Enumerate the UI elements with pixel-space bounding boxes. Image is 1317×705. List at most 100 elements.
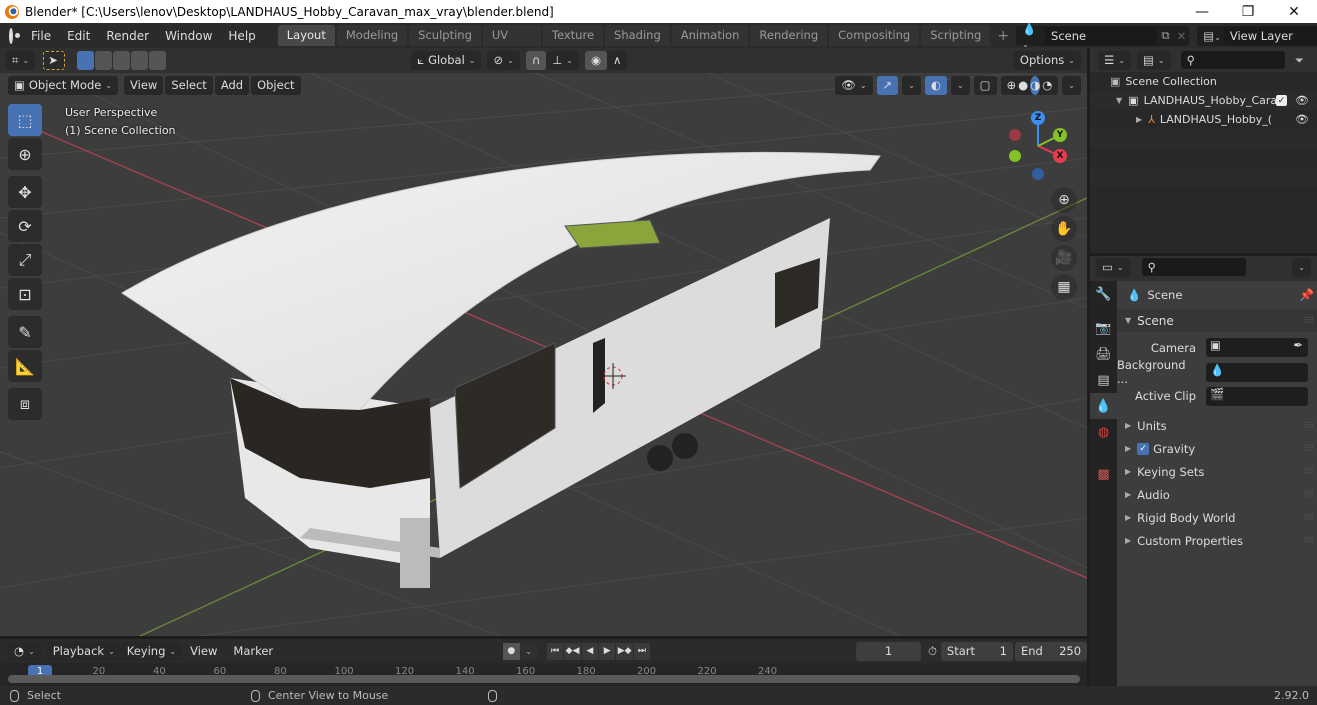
rotate-tool[interactable]: ⟳ bbox=[8, 210, 42, 242]
select-subtract-icon[interactable] bbox=[113, 51, 131, 70]
properties-options-dropdown[interactable]: ⌄ bbox=[1292, 257, 1311, 277]
tab-modeling[interactable]: Modeling bbox=[336, 25, 408, 46]
outliner-row-scene-collection[interactable]: ▣ Scene Collection bbox=[1090, 72, 1317, 91]
gravity-checkbox[interactable]: ✓ bbox=[1137, 442, 1150, 455]
world-tab[interactable]: ◍ bbox=[1090, 419, 1117, 445]
snap-target-dropdown[interactable]: ⊥ ⌄ bbox=[546, 51, 579, 70]
drag-grip-icon[interactable]: ⠿⠿ bbox=[1303, 421, 1314, 430]
material-preview-icon[interactable]: ◑ bbox=[1030, 75, 1041, 95]
proportional-edit-toggle[interactable]: ◉ bbox=[584, 51, 608, 70]
tool-tab[interactable]: 🔧 bbox=[1090, 281, 1117, 307]
render-tab[interactable]: 📷 bbox=[1090, 315, 1117, 341]
gizmo-x-axis[interactable]: X bbox=[1053, 149, 1067, 163]
tab-texture-paint[interactable]: Texture Paint bbox=[542, 25, 604, 63]
gizmo-toggle[interactable]: ↗ bbox=[876, 75, 899, 95]
scale-tool[interactable]: ⤢ bbox=[8, 244, 42, 276]
rendered-shading-icon[interactable]: ◔ bbox=[1042, 76, 1052, 95]
filter-funnel-icon[interactable]: ⏷ bbox=[1295, 53, 1304, 68]
menu-render[interactable]: Render bbox=[98, 29, 157, 43]
keying-dropdown[interactable]: ⌄ bbox=[520, 642, 537, 660]
texture-tab[interactable]: ▩ bbox=[1090, 461, 1117, 487]
mode-dropdown[interactable]: ▣ Object Mode ⌄ bbox=[8, 75, 119, 95]
move-tool[interactable]: ✥ bbox=[8, 176, 42, 208]
jump-next-keyframe-button[interactable]: ▶◆ bbox=[616, 642, 633, 660]
menu-file[interactable]: File bbox=[23, 29, 59, 43]
duplicate-scene-icon[interactable]: ⧉ bbox=[1157, 28, 1173, 43]
keying-menu[interactable]: Keying ⌄ bbox=[120, 641, 183, 661]
drag-grip-icon[interactable]: ⠿⠿ bbox=[1303, 444, 1314, 453]
close-button[interactable]: ✕ bbox=[1271, 4, 1317, 20]
drag-grip-icon[interactable]: ⠿⠿ bbox=[1303, 316, 1314, 325]
stopwatch-icon[interactable]: ⏱ bbox=[928, 644, 937, 659]
delete-scene-icon[interactable]: ✕ bbox=[1174, 29, 1190, 43]
jump-end-button[interactable]: ⏭ bbox=[633, 642, 651, 660]
gizmo-neg-y-axis[interactable] bbox=[1009, 150, 1021, 162]
blender-menu-icon[interactable] bbox=[9, 27, 20, 44]
properties-search-input[interactable]: ⚲ bbox=[1141, 258, 1246, 276]
tab-animation[interactable]: Animation bbox=[671, 25, 749, 46]
panel-rigid-body-world[interactable]: ▶ Rigid Body World ⠿⠿ bbox=[1117, 506, 1317, 529]
visibility-dropdown[interactable]: 👁 ⌄ bbox=[835, 75, 873, 95]
eyedropper-icon[interactable]: ✒ bbox=[1293, 338, 1303, 352]
outliner-search-input[interactable]: ⚲ bbox=[1180, 51, 1285, 69]
background-scene-field[interactable]: 💧 bbox=[1206, 362, 1308, 382]
overlay-dropdown[interactable]: ⌄ bbox=[950, 75, 970, 95]
tab-rendering[interactable]: Rendering bbox=[750, 25, 828, 46]
wireframe-shading-icon[interactable]: ⊕ bbox=[1007, 76, 1017, 95]
tab-scripting[interactable]: Scripting bbox=[921, 25, 991, 46]
zoom-view-icon[interactable]: ⊕ bbox=[1051, 187, 1077, 213]
panel-audio[interactable]: ▶ Audio ⠿⠿ bbox=[1117, 483, 1317, 506]
scene-icon[interactable]: 💧⌄ bbox=[1016, 22, 1045, 50]
timeline-marker-menu[interactable]: Marker bbox=[225, 644, 281, 658]
cursor-tool[interactable]: ⊕ bbox=[8, 138, 42, 170]
select-intersect-icon[interactable] bbox=[149, 51, 167, 70]
xray-toggle[interactable]: ▢ bbox=[973, 75, 997, 95]
view-layer-icon[interactable]: ▤⌄ bbox=[1197, 29, 1224, 43]
expand-right-icon[interactable]: ▶ bbox=[1136, 115, 1142, 124]
camera-field[interactable]: ▣ ✒ bbox=[1206, 338, 1308, 357]
expand-down-icon[interactable]: ▼ bbox=[1116, 96, 1122, 105]
transform-tool[interactable]: ⊡ bbox=[8, 278, 42, 310]
gizmo-neg-x-axis[interactable] bbox=[1009, 129, 1021, 141]
current-frame-field[interactable]: 1 bbox=[856, 641, 921, 661]
gizmo-neg-z-axis[interactable] bbox=[1032, 168, 1044, 180]
tab-shading[interactable]: Shading bbox=[605, 25, 670, 46]
drag-grip-icon[interactable]: ⠿⠿ bbox=[1303, 536, 1314, 545]
3d-viewport[interactable]: User Perspective (1) Scene Collection Z … bbox=[0, 48, 1087, 636]
jump-start-button[interactable]: ⏮ bbox=[546, 642, 564, 660]
timeline-editor-type[interactable]: ◔ ⌄ bbox=[8, 641, 41, 661]
gizmo-z-axis[interactable]: Z bbox=[1031, 111, 1045, 125]
visibility-eye-icon[interactable]: 👁 bbox=[1295, 94, 1309, 107]
scene-tab[interactable]: 💧 bbox=[1090, 393, 1117, 419]
view-layer-name-field[interactable]: View Layer bbox=[1223, 26, 1317, 45]
camera-view-icon[interactable]: 🎥 bbox=[1051, 245, 1077, 271]
options-dropdown[interactable]: Options ⌄ bbox=[1013, 51, 1081, 70]
falloff-dropdown[interactable]: ∧ bbox=[607, 51, 628, 70]
solid-shading-icon[interactable]: ● bbox=[1018, 76, 1028, 95]
panel-scene-header[interactable]: ▼ Scene ⠿⠿ bbox=[1117, 309, 1317, 332]
jump-prev-keyframe-button[interactable]: ◆◀ bbox=[564, 642, 581, 660]
menu-select[interactable]: Select bbox=[165, 75, 213, 95]
add-workspace-button[interactable]: + bbox=[992, 28, 1014, 44]
navigation-gizmo[interactable]: Z X Y bbox=[1000, 108, 1080, 188]
visibility-eye-icon[interactable]: 👁 bbox=[1295, 113, 1309, 126]
drag-grip-icon[interactable]: ⠿⠿ bbox=[1303, 513, 1314, 522]
properties-editor-type[interactable]: ▭ ⌄ bbox=[1096, 257, 1130, 277]
add-cube-tool[interactable]: ⧈ bbox=[8, 388, 42, 420]
view-layer-tab[interactable]: ▤ bbox=[1090, 367, 1117, 393]
panel-gravity[interactable]: ▶ ✓ Gravity ⠿⠿ bbox=[1117, 437, 1317, 460]
pan-view-hand-icon[interactable]: ✋ bbox=[1051, 216, 1077, 242]
tab-layout[interactable]: Layout bbox=[277, 25, 335, 46]
menu-edit[interactable]: Edit bbox=[59, 29, 98, 43]
end-frame-field[interactable]: End 250 bbox=[1014, 641, 1088, 661]
drag-grip-icon[interactable]: ⠿⠿ bbox=[1303, 467, 1314, 476]
measure-tool[interactable]: 📐 bbox=[8, 350, 42, 382]
perspective-grid-icon[interactable]: ▦ bbox=[1051, 274, 1077, 300]
overlay-toggle[interactable]: ◐ bbox=[924, 75, 947, 95]
menu-add[interactable]: Add bbox=[214, 75, 250, 95]
transform-orientation-dropdown[interactable]: ⟀ Global ⌄ bbox=[411, 51, 482, 70]
pivot-point-dropdown[interactable]: ⊘ ⌄ bbox=[487, 51, 520, 70]
select-new-icon[interactable] bbox=[77, 51, 95, 70]
playback-menu[interactable]: Playback ⌄ bbox=[46, 641, 121, 661]
minimize-button[interactable]: — bbox=[1179, 4, 1225, 20]
